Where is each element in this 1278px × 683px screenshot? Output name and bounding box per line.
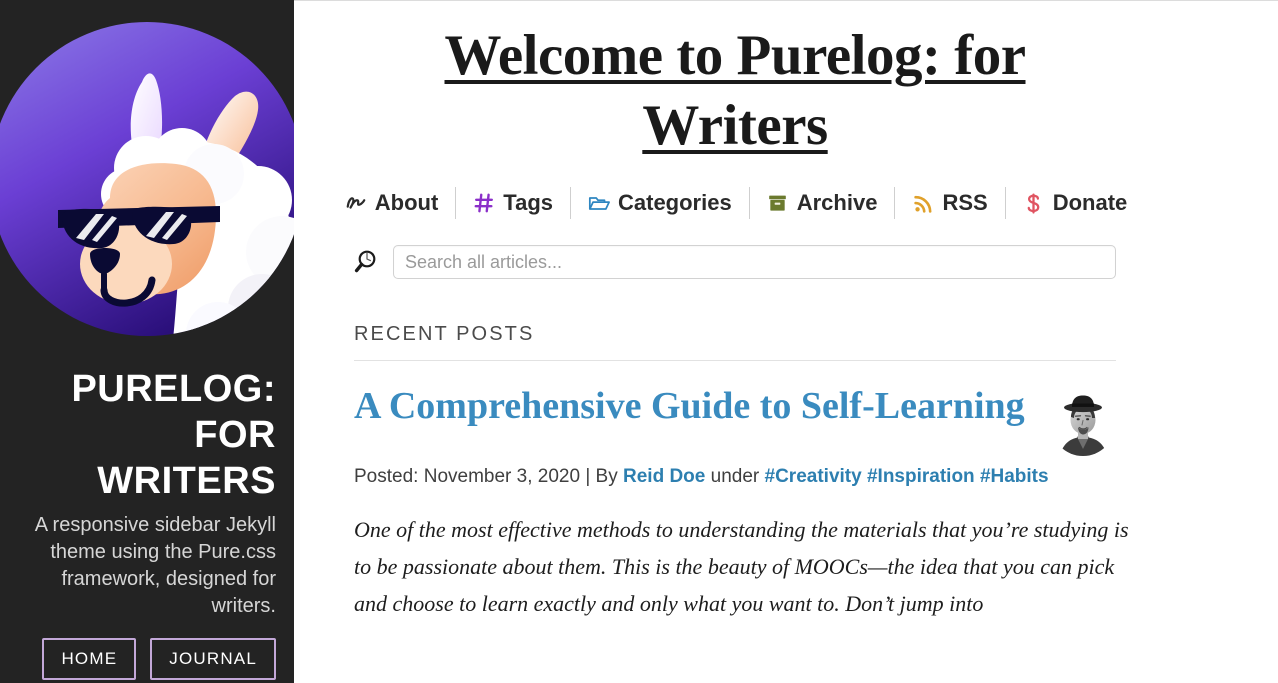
main-nav: About Tags Categories Archive RSS Donate xyxy=(346,183,1127,223)
page-title: Welcome to Purelog: for Writers xyxy=(444,24,1027,157)
page-root: PURELOG: FOR WRITERS A responsive sideba… xyxy=(0,0,1278,683)
post-date: November 3, 2020 xyxy=(423,466,581,487)
rss-icon xyxy=(912,192,934,214)
nav-label-about: About xyxy=(374,190,439,215)
post-title-link[interactable]: A Comprehensive Guide to Self-Learning xyxy=(354,383,1050,429)
nav-item-archive[interactable]: Archive xyxy=(750,187,896,219)
post-tag-creativity[interactable]: #Creativity xyxy=(765,466,862,487)
dollar-sign-icon xyxy=(1023,192,1045,214)
post-metadata: Posted: November 3, 2020 | By Reid Doe u… xyxy=(354,465,1054,489)
nav-label-categories: Categories xyxy=(618,190,732,215)
author-portrait xyxy=(1050,391,1116,457)
search-bar xyxy=(354,245,1116,279)
nav-item-rss[interactable]: RSS xyxy=(895,187,1006,219)
sidebar-button-group: HOME JOURNAL xyxy=(42,638,280,680)
sidebar: PURELOG: FOR WRITERS A responsive sideba… xyxy=(0,0,294,683)
post-meta-separator: | By xyxy=(580,466,623,487)
site-title: PURELOG: FOR WRITERS xyxy=(71,368,276,502)
post-posted-label: Posted: xyxy=(354,466,424,487)
open-folder-icon xyxy=(588,192,610,214)
post-meta-under: under xyxy=(705,466,765,487)
nav-item-about[interactable]: About xyxy=(339,187,457,219)
site-avatar xyxy=(0,22,294,336)
post-excerpt: One of the most effective methods to und… xyxy=(354,517,1129,616)
site-tagline: A responsive sidebar Jekyll theme using … xyxy=(34,514,276,617)
nav-item-donate[interactable]: Donate xyxy=(1006,187,1132,219)
file-box-icon xyxy=(767,192,789,214)
recent-posts-heading: RECENT POSTS xyxy=(354,323,1116,361)
journal-button[interactable]: JOURNAL xyxy=(150,638,276,680)
nav-label-donate: Donate xyxy=(1052,190,1128,215)
home-button[interactable]: HOME xyxy=(42,638,137,680)
post-author-link[interactable]: Reid Doe xyxy=(623,466,705,487)
nav-label-archive: Archive xyxy=(796,190,878,215)
nav-label-tags: Tags xyxy=(503,190,553,215)
post-list-item: A Comprehensive Guide to Self-Learning P… xyxy=(354,383,1129,622)
post-tag-inspiration[interactable]: #Inspiration xyxy=(867,466,975,487)
nav-item-categories[interactable]: Categories xyxy=(571,187,750,219)
hash-icon xyxy=(473,192,495,214)
signature-squiggle-icon xyxy=(345,192,367,214)
magnifying-glass-icon xyxy=(354,248,382,276)
post-tag-habits[interactable]: #Habits xyxy=(980,466,1049,487)
nav-label-rss: RSS xyxy=(942,190,988,215)
main-content: Welcome to Purelog: for Writers About Ta… xyxy=(294,0,1278,683)
nav-item-tags[interactable]: Tags xyxy=(456,187,571,219)
search-input[interactable] xyxy=(393,245,1116,279)
